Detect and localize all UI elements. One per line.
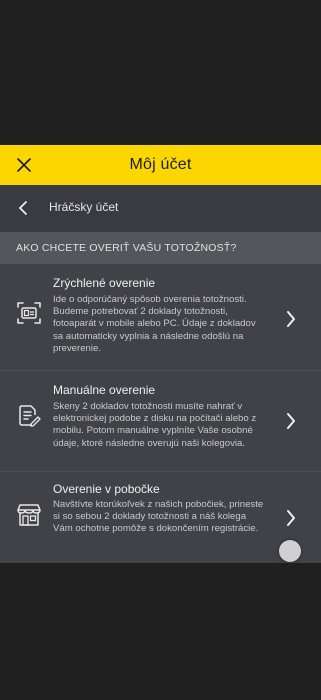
page-title: Môj účet — [129, 156, 192, 173]
navigation-bar-area — [0, 563, 321, 700]
chevron-right-icon — [283, 411, 299, 431]
option-fast-verification[interactable]: Zrýchlené overenie Ide o odporúčaný spôs… — [0, 264, 321, 370]
document-edit-icon — [14, 401, 44, 431]
header-bar: Môj účet — [0, 145, 321, 185]
subheader-title: Hráčsky účet — [49, 200, 119, 214]
option-description: Navštívte ktorúkoľvek z našich pobočiek,… — [53, 499, 264, 535]
chevron-right-icon — [283, 508, 299, 528]
id-card-icon — [14, 298, 44, 328]
subheader-bar: Hráčsky účet — [0, 185, 321, 232]
chevron-left-icon — [19, 201, 27, 215]
chevron-right-icon — [283, 309, 299, 329]
option-description: Ide o odporúčaný spôsob overenia totožno… — [53, 294, 256, 354]
option-title: Overenie v pobočke — [53, 482, 160, 496]
option-manual-verification[interactable]: Manuálne overenie Skeny 2 dokladov totož… — [0, 371, 321, 471]
section-header: AKO CHCETE OVERIŤ VAŠU TOTOŽNOSŤ? — [0, 232, 321, 264]
close-icon — [17, 158, 31, 172]
close-button[interactable] — [13, 154, 35, 176]
option-branch-verification[interactable]: Overenie v pobočke Navštívte ktorúkoľvek… — [0, 472, 321, 563]
status-bar-area — [0, 0, 321, 145]
scroll-handle[interactable] — [279, 540, 301, 562]
store-icon — [14, 500, 44, 530]
option-description: Skeny 2 dokladov totožnosti musíte nahra… — [53, 401, 257, 449]
option-title: Manuálne overenie — [53, 383, 156, 397]
option-title: Zrýchlené overenie — [53, 276, 156, 290]
section-title: AKO CHCETE OVERIŤ VAŠU TOTOŽNOSŤ? — [16, 242, 237, 254]
app-screen: Môj účet Hráčsky účet AKO CHCETE OVERIŤ … — [0, 145, 321, 563]
back-button[interactable] — [14, 199, 32, 217]
